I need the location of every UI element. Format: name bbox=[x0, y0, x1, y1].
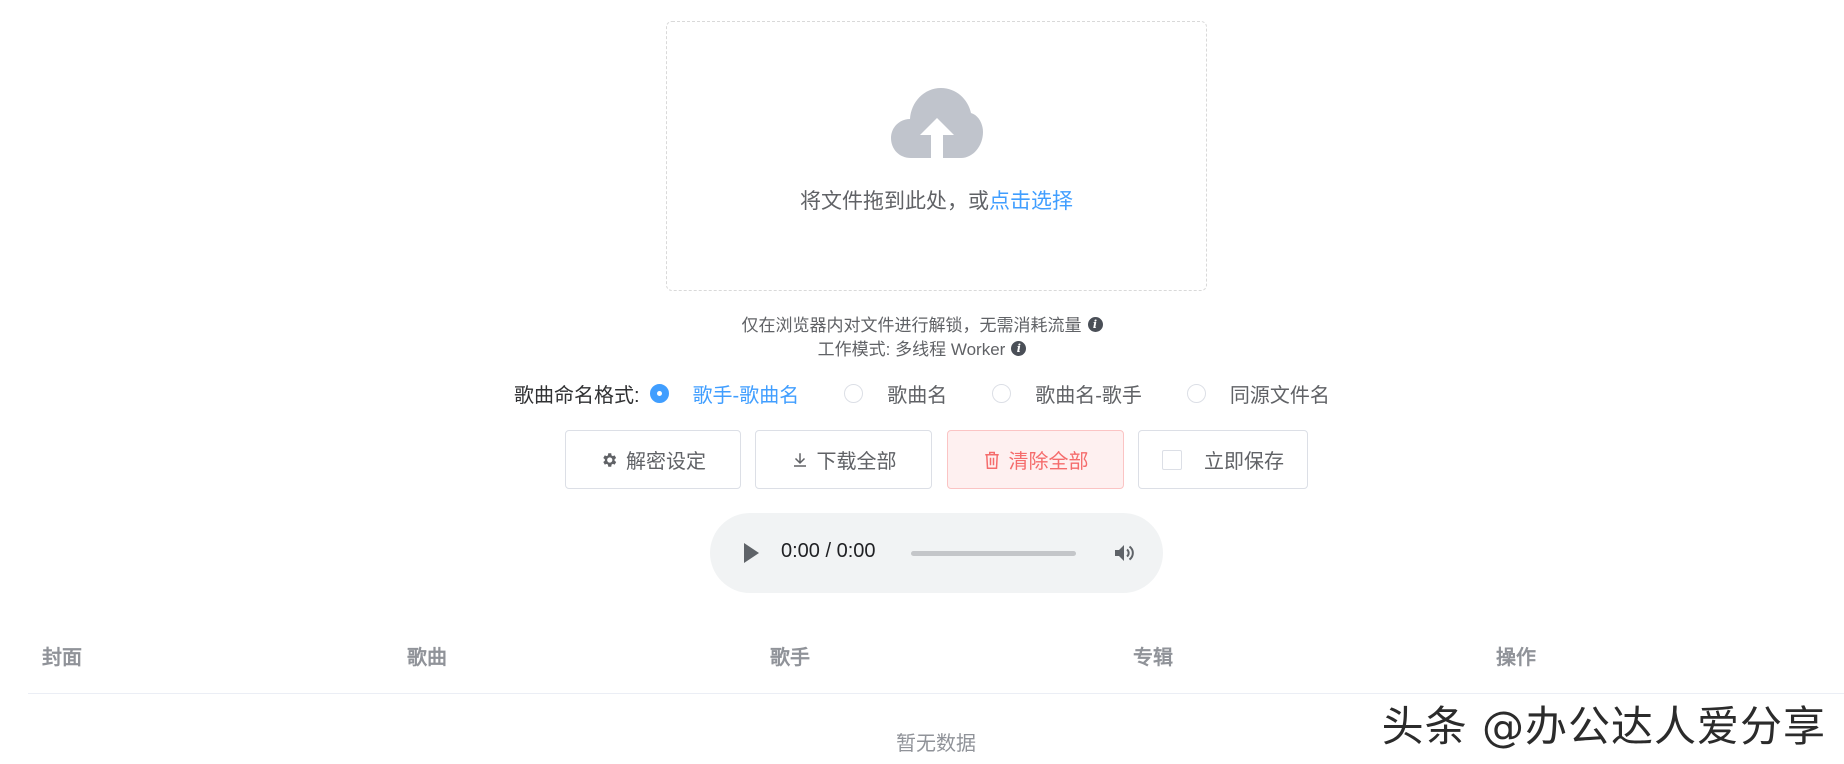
watermark: 头条 @办公达人爱分享 bbox=[1381, 702, 1826, 751]
download-all-label: 下载全部 bbox=[816, 451, 897, 473]
column-header-cover: 封面 bbox=[42, 647, 82, 669]
info-work-mode-text: 工作模式: 多线程 Worker bbox=[817, 340, 1006, 359]
cloud-upload-icon bbox=[891, 88, 983, 158]
download-icon bbox=[793, 452, 806, 467]
table-header: 封面 歌曲 歌手 专辑 操作 bbox=[28, 633, 1844, 694]
clear-all-label: 清除全部 bbox=[1008, 451, 1089, 473]
info-browser-only-text: 仅在浏览器内对文件进行解锁，无需消耗流量 bbox=[741, 316, 1082, 335]
audio-player: 0:00 / 0:00 bbox=[710, 513, 1163, 593]
radio-artist-song[interactable]: 歌手-歌曲名 bbox=[649, 379, 800, 408]
radio-circle[interactable] bbox=[1186, 383, 1206, 403]
save-now-label: 立即保存 bbox=[1204, 451, 1284, 473]
decrypt-settings-label: 解密设定 bbox=[626, 451, 706, 473]
save-now-checkbox[interactable] bbox=[1162, 449, 1182, 470]
audio-progress-bar[interactable] bbox=[911, 551, 1076, 556]
radio-song-artist[interactable]: 歌曲名-歌手 bbox=[992, 379, 1142, 408]
column-header-actions: 操作 bbox=[1496, 647, 1536, 669]
radio-label: 同源文件名 bbox=[1229, 384, 1330, 407]
naming-format-label: 歌曲命名格式: bbox=[514, 384, 640, 407]
info-work-mode: 工作模式: 多线程 Worker i bbox=[0, 335, 1844, 360]
radio-label: 歌曲名-歌手 bbox=[1035, 384, 1142, 407]
save-now-button[interactable]: 立即保存 bbox=[1138, 430, 1308, 489]
column-header-album: 专辑 bbox=[1133, 647, 1173, 669]
upload-hint-text: 将文件拖到此处，或 bbox=[800, 190, 989, 213]
decrypt-settings-button[interactable]: 解密设定 bbox=[565, 430, 741, 489]
clear-all-button[interactable]: 清除全部 bbox=[947, 430, 1124, 489]
radio-song[interactable]: 歌曲名 bbox=[844, 379, 947, 408]
download-all-button[interactable]: 下载全部 bbox=[755, 430, 932, 489]
column-header-artist: 歌手 bbox=[770, 647, 810, 669]
trash-icon bbox=[984, 451, 999, 469]
audio-time: 0:00 / 0:00 bbox=[781, 540, 876, 562]
play-icon[interactable] bbox=[744, 543, 759, 563]
song-table: 封面 歌曲 歌手 专辑 操作 暂无数据 bbox=[28, 633, 1844, 755]
column-header-song: 歌曲 bbox=[407, 647, 447, 669]
radio-label: 歌手-歌曲名 bbox=[692, 384, 800, 407]
upload-dropzone[interactable]: 将文件拖到此处，或点击选择 bbox=[666, 21, 1207, 291]
info-browser-only: 仅在浏览器内对文件进行解锁，无需消耗流量 i bbox=[0, 311, 1844, 336]
radio-label: 歌曲名 bbox=[887, 384, 948, 407]
radio-circle[interactable] bbox=[992, 383, 1012, 403]
naming-format-group: 歌曲命名格式: 歌手-歌曲名 歌曲名 歌曲名-歌手 同源文件名 bbox=[514, 379, 1330, 408]
radio-circle[interactable] bbox=[649, 383, 669, 403]
gear-icon bbox=[603, 452, 617, 467]
click-select-link[interactable]: 点击选择 bbox=[989, 190, 1073, 213]
info-icon[interactable]: i bbox=[1011, 341, 1027, 357]
radio-circle[interactable] bbox=[844, 383, 864, 403]
radio-source-filename[interactable]: 同源文件名 bbox=[1186, 379, 1330, 408]
info-icon[interactable]: i bbox=[1087, 317, 1103, 333]
upload-hint: 将文件拖到此处，或点击选择 bbox=[667, 185, 1206, 215]
volume-icon[interactable] bbox=[1112, 541, 1136, 565]
